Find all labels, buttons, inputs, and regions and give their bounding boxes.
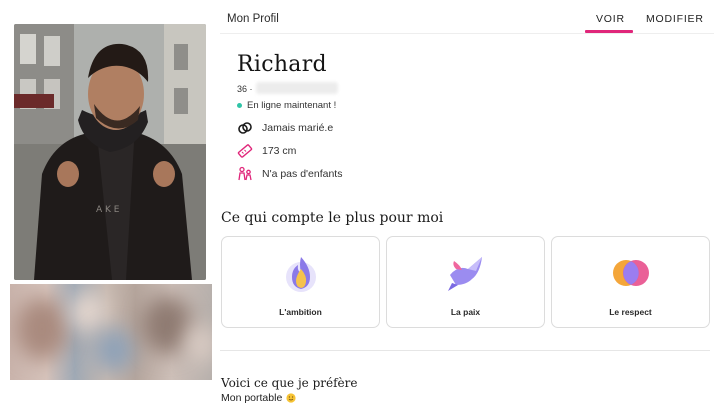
profile-age: 36 · bbox=[237, 84, 253, 94]
attribute-marital-status: Jamais marié.e bbox=[237, 120, 333, 136]
attribute-children: N'a pas d'enfants bbox=[237, 166, 342, 182]
svg-text:A K E: A K E bbox=[96, 205, 120, 215]
online-status-dot bbox=[237, 103, 242, 108]
section-divider bbox=[220, 350, 710, 351]
value-card-respect[interactable]: Le respect bbox=[551, 236, 710, 328]
values-section-title: Ce qui compte le plus pour moi bbox=[221, 210, 444, 226]
rings-icon bbox=[237, 120, 253, 136]
value-card-label: Le respect bbox=[609, 307, 652, 317]
attribute-height: 173 cm bbox=[237, 143, 296, 159]
redacted-location bbox=[256, 82, 338, 94]
ruler-icon bbox=[237, 143, 253, 159]
dove-icon bbox=[444, 251, 488, 295]
preferences-value-row: Mon portable bbox=[221, 392, 296, 404]
value-card-peace[interactable]: La paix bbox=[386, 236, 545, 328]
flame-icon bbox=[279, 251, 323, 295]
profile-secondary-photo[interactable] bbox=[10, 284, 212, 380]
page-title: Mon Profil bbox=[227, 13, 279, 25]
preferences-title: Voici ce que je préfère bbox=[221, 376, 358, 390]
smiley-emoji-icon bbox=[286, 393, 296, 403]
header-divider bbox=[220, 33, 714, 34]
online-status: En ligne maintenant ! bbox=[247, 100, 337, 111]
kids-icon bbox=[237, 166, 253, 182]
tab-modifier[interactable]: MODIFIER bbox=[646, 13, 704, 25]
value-card-ambition[interactable]: L'ambition bbox=[221, 236, 380, 328]
tab-voir[interactable]: VOIR bbox=[596, 13, 625, 25]
photo-illustration: A K E bbox=[14, 24, 206, 280]
attribute-label: N'a pas d'enfants bbox=[262, 168, 343, 180]
attribute-label: 173 cm bbox=[262, 145, 297, 157]
profile-name: Richard bbox=[237, 52, 327, 77]
value-card-label: L'ambition bbox=[279, 307, 322, 317]
attribute-label: Jamais marié.e bbox=[262, 122, 334, 134]
value-card-label: La paix bbox=[450, 307, 481, 317]
preferences-value: Mon portable bbox=[221, 392, 283, 404]
profile-main-photo[interactable]: A K E bbox=[14, 24, 206, 280]
circles-icon bbox=[609, 251, 653, 295]
